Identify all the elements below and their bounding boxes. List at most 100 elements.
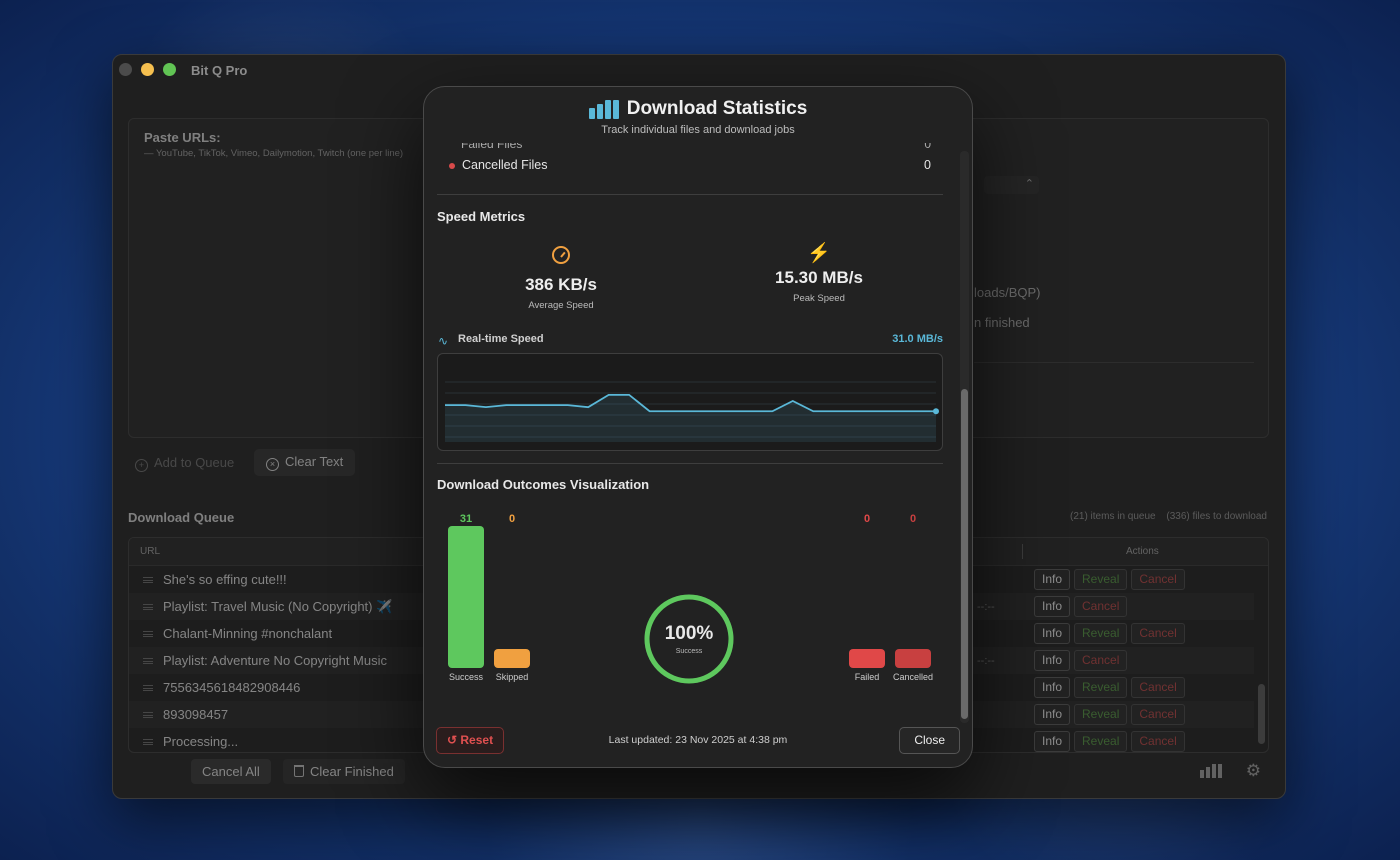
- info-button[interactable]: Info: [1034, 731, 1071, 752]
- info-button[interactable]: Info: [1034, 704, 1071, 725]
- add-to-queue-button[interactable]: + Add to Queue: [135, 455, 234, 472]
- format-select[interactable]: ⌃: [984, 176, 1039, 194]
- cancel-button[interactable]: Cancel: [1131, 704, 1185, 725]
- drag-handle-icon[interactable]: [143, 631, 153, 637]
- info-button[interactable]: Info: [1034, 623, 1071, 644]
- cancelled-files-row: Cancelled Files 0: [437, 158, 943, 174]
- speedometer-icon: [552, 246, 570, 264]
- gear-icon[interactable]: ⚙: [1246, 761, 1261, 781]
- row-actions: Info Reveal Cancel: [1034, 623, 1185, 644]
- success-percentage: 100%: [664, 623, 714, 644]
- dialog-scrollbar[interactable]: [960, 151, 969, 723]
- app-title: Bit Q Pro: [191, 63, 248, 78]
- bar-label-cancelled: Cancelled: [892, 672, 934, 682]
- paste-urls-hint: — YouTube, TikTok, Vimeo, Dailymotion, T…: [144, 148, 404, 159]
- bar-count-cancelled: 0: [909, 513, 917, 525]
- cancel-all-button[interactable]: Cancel All: [191, 759, 271, 784]
- column-url[interactable]: URL: [140, 546, 160, 557]
- dialog-title: Download Statistics: [626, 98, 808, 119]
- row-actions: Info Reveal Cancel: [1034, 677, 1185, 698]
- bar-label-skipped: Skipped: [495, 672, 529, 682]
- drag-handle-icon[interactable]: [143, 658, 153, 664]
- statistics-icon[interactable]: [1200, 764, 1222, 778]
- realtime-speed-chart: [437, 353, 943, 451]
- failed-files-value: 0: [924, 143, 931, 151]
- row-title: Playlist: Travel Music (No Copyright) ✈️: [163, 599, 393, 614]
- reveal-button[interactable]: Reveal: [1074, 677, 1128, 698]
- row-actions: Info Reveal Cancel: [1034, 704, 1185, 725]
- plus-circle-icon: +: [135, 459, 148, 472]
- download-statistics-dialog: Download Statistics Track individual fil…: [423, 86, 973, 768]
- speed-metrics-title: Speed Metrics: [437, 209, 526, 224]
- close-button[interactable]: Close: [899, 727, 960, 754]
- dialog-footer: ↺ Reset Last updated: 23 Nov 2025 at 4:3…: [424, 721, 972, 767]
- info-button[interactable]: Info: [1034, 650, 1071, 671]
- add-to-queue-label: Add to Queue: [154, 455, 235, 470]
- settings-divider: [974, 362, 1254, 363]
- info-button[interactable]: Info: [1034, 596, 1071, 617]
- realtime-speed-label: Real-time Speed: [458, 333, 544, 345]
- minimize-window-button[interactable]: [141, 63, 154, 76]
- maximize-window-button[interactable]: [163, 63, 176, 76]
- cancel-button[interactable]: Cancel: [1074, 650, 1128, 671]
- close-window-button[interactable]: [119, 63, 132, 76]
- download-path-text: loads/BQP): [974, 285, 1041, 300]
- items-in-queue: (21) items in queue: [1069, 511, 1156, 522]
- bar-count-success: 31: [459, 513, 473, 525]
- column-actions[interactable]: Actions: [1126, 546, 1159, 557]
- drag-handle-icon[interactable]: [143, 712, 153, 718]
- clear-finished-button[interactable]: Clear Finished: [283, 759, 405, 784]
- dialog-scroll-content[interactable]: Failed Files 0 Cancelled Files 0 Speed M…: [437, 143, 943, 723]
- cancel-button[interactable]: Cancel: [1131, 731, 1185, 752]
- average-speed-metric: 386 KB/s Average Speed: [481, 246, 641, 311]
- reveal-button[interactable]: Reveal: [1074, 704, 1128, 725]
- when-finished-text: n finished: [974, 315, 1030, 330]
- queue-stats: (21) items in queue (336) files to downl…: [1062, 511, 1267, 522]
- cancel-button[interactable]: Cancel: [1074, 596, 1128, 617]
- clear-text-button[interactable]: × Clear Text: [254, 449, 356, 476]
- x-circle-icon: ×: [266, 458, 279, 471]
- trash-icon: [294, 765, 304, 777]
- drag-handle-icon[interactable]: [143, 685, 153, 691]
- realtime-speed-svg: [445, 381, 939, 442]
- reveal-button[interactable]: Reveal: [1074, 623, 1128, 644]
- table-scrollbar[interactable]: [1258, 684, 1265, 744]
- info-button[interactable]: Info: [1034, 569, 1071, 590]
- row-title: Playlist: Adventure No Copyright Music: [163, 653, 387, 668]
- chevron-updown-icon: ⌃: [1024, 178, 1034, 190]
- bar-skipped: [494, 649, 530, 668]
- column-separator: [1022, 544, 1023, 559]
- files-to-download: (336) files to download: [1166, 511, 1267, 522]
- reveal-button[interactable]: Reveal: [1074, 569, 1128, 590]
- clear-text-label: Clear Text: [285, 454, 344, 469]
- peak-speed-label: Peak Speed: [793, 293, 845, 304]
- cancelled-files-label: Cancelled Files: [462, 158, 548, 172]
- titlebar: Bit Q Pro: [113, 55, 1285, 85]
- bolt-icon: ⚡: [807, 243, 831, 264]
- reveal-button[interactable]: Reveal: [1074, 731, 1128, 752]
- average-speed-label: Average Speed: [528, 300, 594, 311]
- dialog-subtitle: Track individual files and download jobs: [601, 124, 795, 136]
- row-title: She's so effing cute!!!: [163, 572, 287, 587]
- dialog-scrollbar-thumb[interactable]: [961, 389, 968, 719]
- drag-handle-icon[interactable]: [143, 604, 153, 610]
- success-ring-label: Success: [675, 648, 703, 655]
- row-title: 7556345618482908446: [163, 680, 301, 695]
- bar-chart-icon: [588, 99, 619, 119]
- drag-handle-icon[interactable]: [143, 739, 153, 745]
- drag-handle-icon[interactable]: [143, 577, 153, 583]
- cancelled-files-value: 0: [924, 158, 931, 172]
- row-actions: Info Reveal Cancel: [1034, 731, 1185, 752]
- paste-urls-label: Paste URLs:: [144, 130, 221, 145]
- info-button[interactable]: Info: [1034, 677, 1071, 698]
- cancel-button[interactable]: Cancel: [1131, 623, 1185, 644]
- divider: [437, 194, 943, 195]
- realtime-speed-header: ∿ Real-time Speed 31.0 MB/s: [437, 332, 943, 348]
- speed-current-point: [933, 408, 939, 415]
- cancel-button[interactable]: Cancel: [1131, 569, 1185, 590]
- last-updated-text: Last updated: 23 Nov 2025 at 4:38 pm: [608, 734, 788, 746]
- peak-speed-value: 15.30 MB/s: [775, 268, 863, 287]
- dialog-header: Download Statistics Track individual fil…: [424, 87, 972, 143]
- bar-failed: [849, 649, 885, 668]
- cancel-button[interactable]: Cancel: [1131, 677, 1185, 698]
